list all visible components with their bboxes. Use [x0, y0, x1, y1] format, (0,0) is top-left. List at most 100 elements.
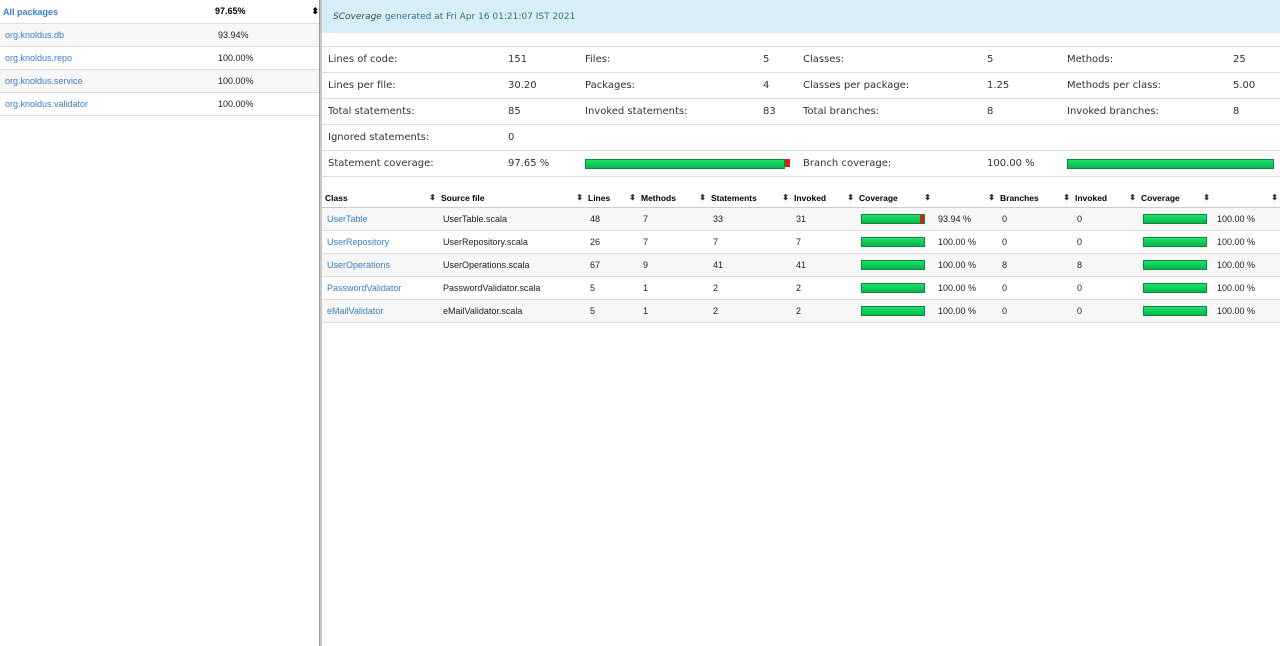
stat-label: Methods: — [1067, 54, 1114, 65]
uncovered-fill — [920, 215, 924, 223]
uncovered-fill — [785, 158, 790, 167]
covered-fill — [862, 307, 924, 315]
sort-arrows-icon[interactable]: ⬍ — [311, 6, 319, 17]
covered-fill — [1144, 215, 1206, 223]
stat-label: Files: — [585, 54, 611, 65]
class-cell: UserOperations — [322, 253, 438, 277]
statement-coverage-bar — [585, 158, 790, 169]
stat-label: Invoked branches: — [1067, 106, 1159, 117]
covered-fill — [862, 238, 924, 246]
stat-label: Classes per package: — [803, 80, 910, 91]
branches-cell: 0 — [997, 276, 1072, 300]
sort-arrows-icon[interactable]: ⬍ — [629, 193, 636, 202]
branch-coverage-cell: 100.00 % — [1212, 276, 1280, 300]
column-header[interactable]: Branches ⬍ — [997, 188, 1072, 208]
sort-arrows-icon[interactable]: ⬍ — [429, 193, 436, 202]
covered-fill — [1144, 238, 1206, 246]
all-packages-link[interactable]: All packages — [0, 7, 201, 17]
stats-row: Total statements: 85 Invoked statements:… — [322, 99, 1280, 125]
column-header-label: Branches — [1000, 192, 1039, 203]
column-header[interactable]: ⬍ — [933, 188, 997, 208]
class-link[interactable]: UserOperations — [327, 260, 390, 270]
all-packages-coverage: 97.65% ⬍ — [201, 6, 319, 17]
stat-value: 5 — [763, 54, 770, 65]
branch-coverage-bar-cell — [1061, 158, 1280, 169]
sort-arrows-icon[interactable]: ⬍ — [1063, 193, 1070, 202]
sort-arrows-icon[interactable]: ⬍ — [1129, 193, 1136, 202]
sort-arrows-icon[interactable]: ⬍ — [847, 193, 854, 202]
coverage-bar-cell — [856, 253, 933, 277]
branch-invoked-cell: 0 — [1072, 299, 1138, 323]
sort-arrows-icon[interactable]: ⬍ — [988, 193, 995, 202]
table-row: PasswordValidator PasswordValidator.scala… — [322, 276, 1280, 300]
class-cell: PasswordValidator — [322, 276, 438, 300]
column-header[interactable]: Invoked ⬍ — [791, 188, 856, 208]
branch-coverage-cell: 100.00 % — [1212, 299, 1280, 323]
stat-value: 100.00 % — [987, 158, 1035, 169]
class-table-header: Class ⬍ Source file ⬍ Lines ⬍ Methods ⬍ Statemen… — [322, 188, 1280, 208]
branches-cell: 0 — [997, 207, 1072, 231]
coverage-bar — [861, 283, 925, 293]
package-link[interactable]: org.knoldus.service — [0, 76, 218, 86]
table-row: UserRepository UserRepository.scala 26 7 7 7 1… — [322, 230, 1280, 254]
class-link[interactable]: PasswordValidator — [327, 283, 401, 293]
column-header[interactable]: Statements ⬍ — [708, 188, 791, 208]
class-cell: eMailValidator — [322, 299, 438, 323]
stat-label: Methods per class: — [1067, 80, 1161, 91]
methods-cell: 1 — [638, 299, 708, 323]
package-list: org.knoldus.db 93.94% org.knoldus.repo 100.… — [0, 24, 319, 116]
stat-label: Total statements: — [328, 106, 415, 117]
sort-arrows-icon[interactable]: ⬍ — [1203, 193, 1210, 202]
invoked-cell: 2 — [791, 276, 856, 300]
column-header[interactable]: ⬍ — [1212, 188, 1280, 208]
column-header-label: Lines — [588, 192, 611, 203]
coverage-cell: 100.00 % — [933, 299, 997, 323]
covered-fill — [1067, 158, 1274, 169]
class-table: Class ⬍ Source file ⬍ Lines ⬍ Methods ⬍ Statemen… — [322, 188, 1280, 323]
stat-value: 4 — [763, 80, 770, 91]
stat-label: Total branches: — [803, 106, 880, 117]
column-header[interactable]: Source file ⬍ — [438, 188, 585, 208]
column-header[interactable]: Methods ⬍ — [638, 188, 708, 208]
sort-arrows-icon[interactable]: ⬍ — [782, 193, 789, 202]
column-header-label: Invoked — [794, 192, 827, 203]
class-link[interactable]: eMailValidator — [327, 306, 383, 316]
stat-label: Packages: — [585, 80, 636, 91]
column-header[interactable]: Class ⬍ — [322, 188, 438, 208]
sort-arrows-icon[interactable]: ⬍ — [924, 193, 931, 202]
column-header[interactable]: Invoked ⬍ — [1072, 188, 1138, 208]
file-cell: eMailValidator.scala — [438, 299, 585, 323]
sort-arrows-icon[interactable]: ⬍ — [576, 193, 583, 202]
class-link[interactable]: UserTable — [327, 214, 368, 224]
column-header[interactable]: Lines ⬍ — [585, 188, 638, 208]
stat-value: 5.00 — [1233, 80, 1256, 91]
invoked-cell: 7 — [791, 230, 856, 254]
methods-cell: 9 — [638, 253, 708, 277]
lines-cell: 26 — [585, 230, 638, 254]
package-row: org.knoldus.repo 100.00% — [0, 47, 319, 70]
package-link[interactable]: org.knoldus.repo — [0, 53, 218, 63]
package-link[interactable]: org.knoldus.db — [0, 30, 218, 40]
stats-row: Statement coverage: 97.65 % Branch cover… — [322, 151, 1280, 177]
sort-arrows-icon[interactable]: ⬍ — [1271, 193, 1278, 202]
package-coverage: 93.94% — [218, 30, 249, 40]
class-table-body: UserTable UserTable.scala 48 7 33 31 93.94 % 0 0… — [322, 207, 1280, 323]
file-cell: UserOperations.scala — [438, 253, 585, 277]
package-link[interactable]: org.knoldus.validator — [0, 99, 218, 109]
branches-cell: 0 — [997, 299, 1072, 323]
stat-label: Classes: — [803, 54, 845, 65]
coverage-bar — [1143, 214, 1207, 224]
covered-fill — [585, 158, 786, 169]
lines-cell: 48 — [585, 207, 638, 231]
invoked-cell: 31 — [791, 207, 856, 231]
column-header[interactable]: Coverage ⬍ — [856, 188, 933, 208]
branch-coverage-bar-cell — [1138, 299, 1212, 323]
branch-coverage-bar-cell — [1138, 276, 1212, 300]
stat-value: 83 — [763, 106, 776, 117]
sort-arrows-icon[interactable]: ⬍ — [699, 193, 706, 202]
column-header[interactable]: Coverage ⬍ — [1138, 188, 1212, 208]
class-link[interactable]: UserRepository — [327, 237, 389, 247]
stat-value: 151 — [508, 54, 528, 65]
statements-cell: 33 — [708, 207, 791, 231]
coverage-bar — [861, 237, 925, 247]
